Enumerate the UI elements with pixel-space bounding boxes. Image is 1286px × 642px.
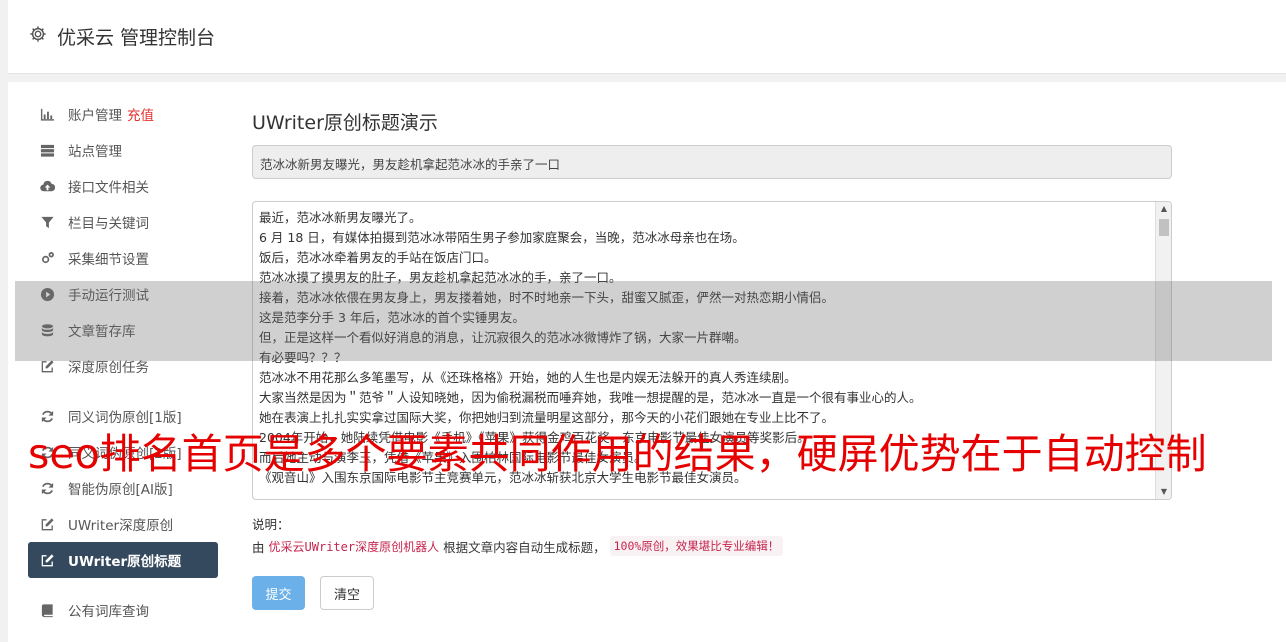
note-middle: 根据文章内容自动生成标题， xyxy=(443,539,606,555)
article-line: 6 月 18 日，有媒体拍摄到范冰冰带陌生男子参加家庭聚会，当晚，范冰冰母亲也在… xyxy=(259,230,745,245)
scroll-up-icon[interactable]: ▲ xyxy=(1156,202,1171,216)
article-line: 范冰冰不用花那么多笔墨写，从《还珠格格》开始，她的人生也是内娱无法躲开的真人秀连… xyxy=(259,370,797,385)
overlay-band xyxy=(15,281,1272,361)
sidebar-item[interactable]: 站点管理 xyxy=(28,132,218,168)
server-icon xyxy=(39,142,55,158)
note-highlight: 100%原创，效果堪比专业编辑！ xyxy=(609,536,784,556)
gear-icon xyxy=(29,25,47,43)
sidebar-item[interactable]: 接口文件相关 xyxy=(28,168,218,204)
sidebar-item-label: 采集细节设置 xyxy=(68,252,149,268)
scroll-down-icon[interactable]: ▼ xyxy=(1156,485,1171,499)
sidebar-item-label: 账户管理 xyxy=(68,108,122,124)
sidebar-nav: 账户管理 充值 站点管理 接口文件相关 栏目与关键词 采集细节设置 手动运行测试 文章暂存库深… xyxy=(28,96,218,628)
note-label: 说明： xyxy=(252,517,290,532)
main-panel: 账户管理 充值 站点管理 接口文件相关 栏目与关键词 采集细节设置 手动运行测试 文章暂存库深… xyxy=(8,82,1286,642)
book-icon xyxy=(39,602,55,618)
article-line: 大家当然是因为＂范爷＂人设知晓她，因为偷税漏税而唾弃她，我唯一想提醒的是，范冰冰… xyxy=(259,390,922,405)
sidebar-item-label: 站点管理 xyxy=(68,144,122,160)
nav-divider xyxy=(28,384,218,398)
article-line: 饭后，范冰冰牵着男友的手站在饭店门口。 xyxy=(259,250,497,265)
gears-icon xyxy=(39,250,55,266)
submit-button[interactable]: 提交 xyxy=(252,576,305,610)
clear-button[interactable]: 清空 xyxy=(320,576,374,610)
sidebar-item[interactable]: 采集细节设置 xyxy=(28,240,218,276)
recharge-badge[interactable]: 充值 xyxy=(127,104,154,124)
top-bar: 优采云 管理控制台 xyxy=(8,0,1286,74)
scroll-thumb[interactable] xyxy=(1159,219,1169,236)
bar-chart-icon xyxy=(39,106,55,122)
nav-divider xyxy=(28,578,218,592)
refresh-icon xyxy=(39,480,55,496)
article-line: 最近，范冰冰新男友曝光了。 xyxy=(259,210,422,225)
sidebar-item-label: 智能伪原创[AI版] xyxy=(68,482,173,498)
sidebar-item[interactable]: UWriter深度原创 xyxy=(28,506,218,542)
note-link[interactable]: 优采云UWriter深度原创机器人 xyxy=(269,538,440,555)
overlay-caption: seo排名首页是多个要素共同作用的结果，硬屏优势在于自动控制 xyxy=(28,430,1207,478)
sidebar-item[interactable]: 栏目与关键词 xyxy=(28,204,218,240)
page-title: UWriter原创标题演示 xyxy=(252,112,438,134)
sidebar-item-label: 栏目与关键词 xyxy=(68,216,149,232)
edit-icon xyxy=(39,516,55,532)
note-prefix: 由 xyxy=(252,539,265,555)
brand-title: 优采云 管理控制台 xyxy=(57,27,216,49)
cloud-upload-icon xyxy=(39,178,55,194)
sidebar-item[interactable]: UWriter原创标题 xyxy=(28,542,218,578)
sidebar-item-label: 接口文件相关 xyxy=(68,180,149,196)
sidebar-item-label: UWriter深度原创 xyxy=(68,518,174,534)
title-input[interactable]: 范冰冰新男友曝光，男友趁机拿起范冰冰的手亲了一口 xyxy=(252,145,1172,179)
sidebar-item[interactable]: 公有词库查询 xyxy=(28,592,218,628)
sidebar-item-label: 公有词库查询 xyxy=(68,604,149,620)
sidebar-item-label: UWriter原创标题 xyxy=(68,554,182,570)
edit-icon xyxy=(39,552,55,568)
sidebar-item[interactable]: 账户管理 充值 xyxy=(28,96,218,132)
filter-icon xyxy=(39,214,55,230)
note-text: 由 优采云UWriter深度原创机器人 根据文章内容自动生成标题， 100%原创… xyxy=(252,536,784,556)
